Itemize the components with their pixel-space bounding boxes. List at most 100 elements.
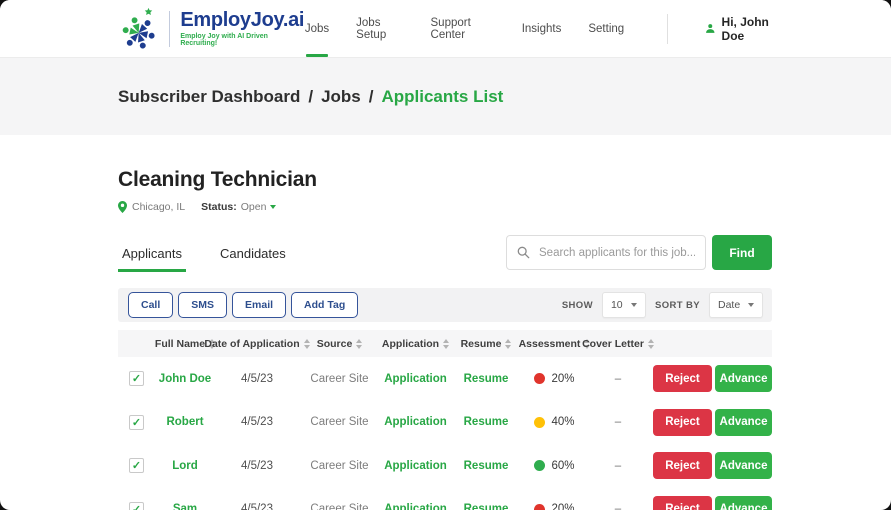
user-icon xyxy=(705,22,716,35)
table-row: Lord 4/5/23 Career Site Application Resu… xyxy=(118,444,772,488)
row-checkbox[interactable] xyxy=(129,415,144,430)
main-content: Cleaning Technician Chicago, IL Status: … xyxy=(0,135,891,510)
main-nav: Jobs Jobs Setup Support Center Insights … xyxy=(305,0,781,57)
assessment-status-dot xyxy=(534,504,545,510)
assessment-status-dot xyxy=(534,460,545,471)
search-box xyxy=(506,235,706,270)
column-header-source[interactable]: Source xyxy=(299,338,380,350)
sort-by-value: Date xyxy=(718,299,740,311)
advance-button[interactable]: Advance xyxy=(715,365,772,392)
assessment-score: 20% xyxy=(521,503,588,510)
nav-item-insights[interactable]: Insights xyxy=(522,0,562,57)
application-date: 4/5/23 xyxy=(215,373,299,385)
chevron-down-icon xyxy=(270,205,276,209)
application-link[interactable]: Application xyxy=(380,416,451,428)
applicant-name-link[interactable]: Lord xyxy=(155,460,215,472)
resume-link[interactable]: Resume xyxy=(451,416,521,428)
search-area: Find xyxy=(506,235,772,272)
nav-item-support-center[interactable]: Support Center xyxy=(431,0,495,57)
tab-candidates[interactable]: Candidates xyxy=(216,236,290,272)
user-menu[interactable]: Hi, John Doe xyxy=(705,15,781,43)
column-header-application[interactable]: Application xyxy=(380,338,451,350)
map-pin-icon xyxy=(118,201,127,213)
column-header-resume[interactable]: Resume xyxy=(451,338,521,350)
application-link[interactable]: Application xyxy=(380,460,451,472)
resume-link[interactable]: Resume xyxy=(451,460,521,472)
row-checkbox[interactable] xyxy=(129,458,144,473)
status-label: Status: xyxy=(201,201,237,213)
advance-button[interactable]: Advance xyxy=(715,452,772,479)
logo-divider xyxy=(169,11,170,47)
assessment-score: 60% xyxy=(521,460,588,472)
show-count-dropdown[interactable]: 10 xyxy=(602,292,646,318)
row-checkbox[interactable] xyxy=(129,371,144,386)
resume-link[interactable]: Resume xyxy=(451,373,521,385)
application-link[interactable]: Application xyxy=(380,373,451,385)
reject-button[interactable]: Reject xyxy=(653,452,712,479)
application-date: 4/5/23 xyxy=(215,503,299,510)
find-button[interactable]: Find xyxy=(712,235,772,270)
table-header: Full Name Date of Application Source App… xyxy=(118,330,772,357)
breadcrumb: Subscriber Dashboard / Jobs / Applicants… xyxy=(118,87,503,107)
application-source: Career Site xyxy=(299,460,380,472)
column-header-assessment[interactable]: Assessment xyxy=(521,338,588,350)
search-icon xyxy=(517,246,530,259)
reject-button[interactable]: Reject xyxy=(653,409,712,436)
advance-button[interactable]: Advance xyxy=(715,409,772,436)
assessment-status-dot xyxy=(534,417,545,428)
email-button[interactable]: Email xyxy=(232,292,286,318)
nav-item-jobs[interactable]: Jobs xyxy=(305,0,329,57)
nav-divider xyxy=(667,14,668,44)
page-title: Cleaning Technician xyxy=(118,168,772,192)
user-greeting: Hi, John Doe xyxy=(722,15,781,43)
breadcrumb-subscriber-dashboard[interactable]: Subscriber Dashboard xyxy=(118,87,300,107)
column-header-cover-letter[interactable]: Cover Letter xyxy=(588,338,648,350)
application-link[interactable]: Application xyxy=(380,503,451,510)
table-row: John Doe 4/5/23 Career Site Application … xyxy=(118,357,772,401)
application-date: 4/5/23 xyxy=(215,460,299,472)
call-button[interactable]: Call xyxy=(128,292,173,318)
nav-item-jobs-setup[interactable]: Jobs Setup xyxy=(356,0,403,57)
chevron-down-icon xyxy=(748,303,754,307)
job-location-text: Chicago, IL xyxy=(132,201,185,213)
cover-letter-value: – xyxy=(588,460,648,472)
brand-text: EmployJoy.ai Employ Joy with AI Driven R… xyxy=(180,10,305,47)
applicant-name-link[interactable]: John Doe xyxy=(155,373,215,385)
sort-icon xyxy=(505,339,511,349)
column-header-date-of-application[interactable]: Date of Application xyxy=(215,338,299,350)
table-row: Sam 4/5/23 Career Site Application Resum… xyxy=(118,488,772,510)
job-location: Chicago, IL xyxy=(118,201,185,213)
reject-button[interactable]: Reject xyxy=(653,365,712,392)
application-date: 4/5/23 xyxy=(215,416,299,428)
assessment-score: 40% xyxy=(521,416,588,428)
search-input[interactable] xyxy=(506,235,706,270)
tab-applicants[interactable]: Applicants xyxy=(118,236,186,272)
breadcrumb-separator: / xyxy=(369,87,374,107)
cover-letter-value: – xyxy=(588,503,648,510)
job-status-dropdown[interactable]: Status: Open xyxy=(201,201,276,213)
applicant-name-link[interactable]: Sam xyxy=(155,503,215,510)
breadcrumb-separator: / xyxy=(308,87,313,107)
sort-icon xyxy=(443,339,449,349)
applicant-name-link[interactable]: Robert xyxy=(155,416,215,428)
cover-letter-value: – xyxy=(588,416,648,428)
brand-logo[interactable]: EmployJoy.ai Employ Joy with AI Driven R… xyxy=(118,6,305,52)
table-row: Robert 4/5/23 Career Site Application Re… xyxy=(118,401,772,445)
sort-by-dropdown[interactable]: Date xyxy=(709,292,763,318)
assessment-status-dot xyxy=(534,373,545,384)
top-header: EmployJoy.ai Employ Joy with AI Driven R… xyxy=(0,0,891,58)
logo-people-star-icon xyxy=(118,6,159,52)
sms-button[interactable]: SMS xyxy=(178,292,227,318)
nav-item-setting[interactable]: Setting xyxy=(588,0,624,57)
show-label: SHOW xyxy=(562,300,593,311)
resume-link[interactable]: Resume xyxy=(451,503,521,510)
add-tag-button[interactable]: Add Tag xyxy=(291,292,358,318)
reject-button[interactable]: Reject xyxy=(653,496,712,510)
advance-button[interactable]: Advance xyxy=(715,496,772,510)
breadcrumb-jobs[interactable]: Jobs xyxy=(321,87,361,107)
list-controls: SHOW 10 SORT BY Date xyxy=(562,292,763,318)
row-checkbox[interactable] xyxy=(129,502,144,510)
brand-tagline: Employ Joy with AI Driven Recruiting! xyxy=(180,33,305,47)
application-source: Career Site xyxy=(299,416,380,428)
job-meta: Chicago, IL Status: Open xyxy=(118,201,772,213)
